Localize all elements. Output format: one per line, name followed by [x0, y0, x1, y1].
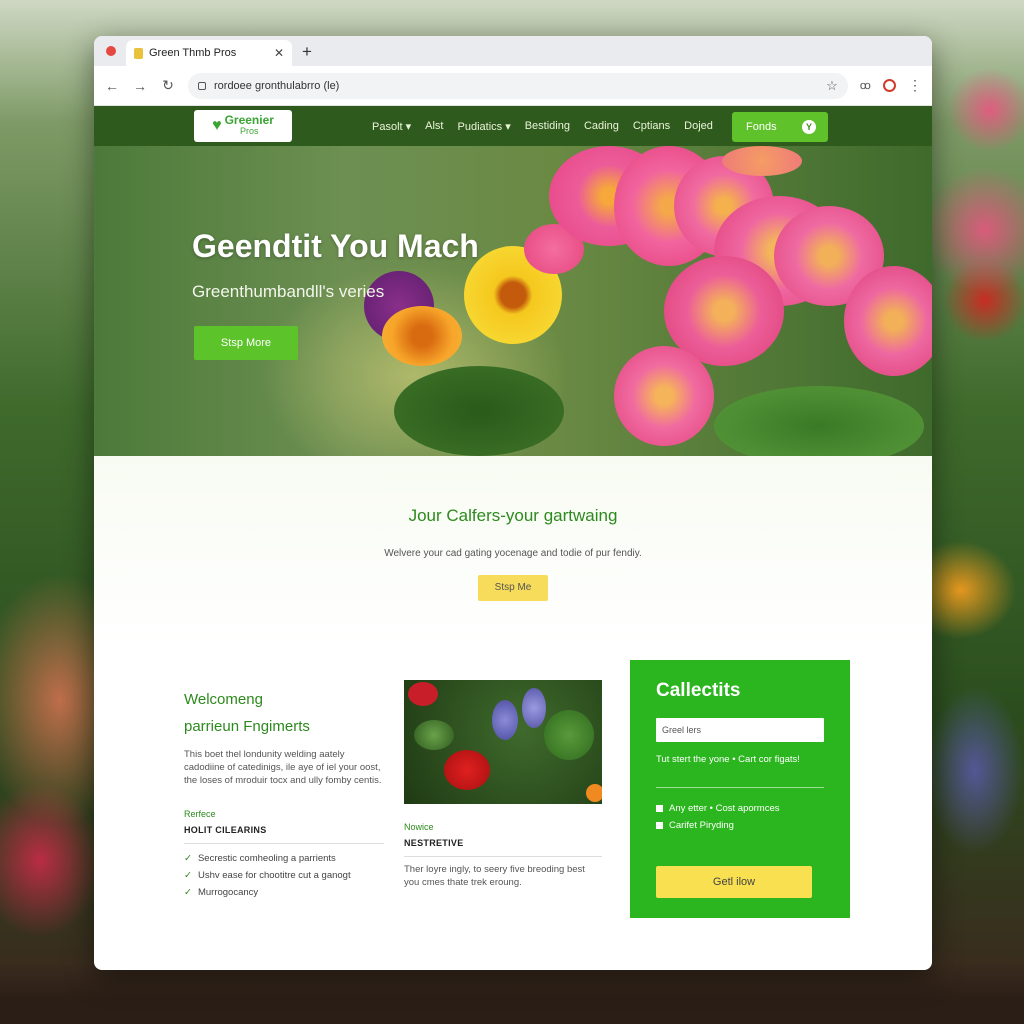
left-section-head: HOLIT CILEARINS — [184, 825, 267, 835]
back-icon[interactable]: ← — [104, 78, 120, 94]
left-heading-line2: parrieun Fngimerts — [184, 718, 310, 735]
browser-window: Green Thmb Pros ✕ + ← → ↻ rordoee gronth… — [94, 36, 932, 970]
welcome-section: Jour Calfers-your gartwaing Welvere your… — [94, 456, 932, 646]
close-icon[interactable]: ✕ — [274, 46, 284, 60]
middle-section-head: NESTRETIVE — [404, 838, 464, 848]
panel-note: Tut stert the yone • Cart cor figats! — [656, 754, 800, 765]
tab-title: Green Thmb Pros — [149, 47, 237, 59]
middle-section-label: Nowice — [404, 822, 434, 832]
site-logo[interactable]: ♥ Greenier Pros — [194, 110, 292, 142]
panel-input[interactable] — [656, 718, 824, 742]
logo-text: Greenier — [224, 113, 274, 127]
tab-strip: Green Thmb Pros ✕ + — [94, 36, 932, 66]
panel-option-label: Any etter • Cost apormces — [669, 803, 780, 814]
divider — [184, 843, 384, 844]
left-section-label: Rerfece — [184, 809, 216, 819]
signup-panel: Callectits Tut stert the yone • Cart cor… — [630, 660, 850, 918]
middle-column: Nowice NESTRETIVE Ther loyre ingly, to s… — [404, 680, 602, 889]
hero-title: Geendtit You Mach — [192, 228, 479, 264]
browser-tab[interactable]: Green Thmb Pros ✕ — [126, 40, 292, 66]
nav-item-cptians[interactable]: Cptians — [633, 120, 670, 133]
panel-option[interactable]: Any etter • Cost apormces — [656, 800, 824, 817]
hero-button[interactable]: Stsp More — [194, 326, 298, 360]
window-close-dot[interactable] — [106, 46, 116, 56]
left-paragraph: This boet thel londunity welding aately … — [184, 749, 382, 786]
nav-item-bestiding[interactable]: Bestiding — [525, 120, 570, 133]
address-bar[interactable]: rordoee gronthulabrro (le) ☆ — [188, 72, 848, 99]
logo-subtext: Pros — [239, 126, 259, 136]
url-text: rordoee gronthulabrro (le) — [214, 79, 340, 92]
welcome-title: Jour Calfers-your gartwaing — [408, 506, 618, 525]
nav-item-alst[interactable]: Alst — [425, 120, 443, 133]
divider — [656, 787, 824, 788]
panel-title: Callectits — [656, 680, 741, 701]
nav-item-cading[interactable]: Cading — [584, 120, 619, 133]
list-item: Ushv ease for chootitre cut a ganogt — [184, 867, 384, 884]
reload-icon[interactable]: ↻ — [160, 77, 176, 94]
checkbox-icon — [656, 805, 663, 812]
panel-button[interactable]: Getl ilow — [656, 866, 812, 898]
header-cta-button[interactable]: Fonds Y — [732, 112, 828, 142]
nav-item-pudiatics[interactable]: Pudiatics ▾ — [458, 120, 511, 133]
profile-icon[interactable] — [883, 79, 896, 92]
new-tab-icon[interactable]: + — [302, 42, 312, 62]
check-list: Secrestic comheoling a parrients Ushv ea… — [184, 850, 384, 901]
welcome-button[interactable]: Stsp Me — [478, 575, 548, 601]
hero-banner: Geendtit You Mach Greenthumbandll's veri… — [94, 146, 932, 456]
nav-item-dojed[interactable]: Dojed — [684, 120, 713, 133]
hero-subtitle: Greenthumbandll's veries — [192, 282, 385, 301]
favicon-icon — [134, 47, 143, 59]
list-item: Murrogocancy — [184, 884, 384, 901]
middle-text: Ther loyre ingly, to seery five breoding… — [404, 864, 585, 888]
star-icon[interactable]: ☆ — [826, 78, 838, 94]
panel-option[interactable]: Carifet Piryding — [656, 817, 824, 834]
left-column: Welcomeng parrieun Fngimerts This boet t… — [184, 686, 384, 901]
panel-option-label: Carifet Piryding — [669, 820, 734, 831]
list-item: Secrestic comheoling a parrients — [184, 850, 384, 867]
nav-item-pasolt[interactable]: Pasolt ▾ — [372, 120, 411, 133]
checkbox-icon — [656, 822, 663, 829]
extension-icon[interactable]: ꝏ — [860, 79, 871, 92]
browser-toolbar: ← → ↻ rordoee gronthulabrro (le) ☆ ꝏ ⋮ — [94, 66, 932, 106]
left-heading-line1: Welcomeng — [184, 691, 263, 708]
lock-icon — [198, 81, 206, 90]
cta-circle-icon: Y — [802, 120, 816, 134]
divider — [404, 856, 602, 857]
menu-icon[interactable]: ⋮ — [908, 77, 922, 94]
site-header: ♥ Greenier Pros Pasolt ▾ Alst Pudiatics … — [94, 106, 932, 146]
heart-leaf-icon: ♥ — [212, 117, 222, 134]
header-cta-label: Fonds — [746, 121, 777, 133]
welcome-text: Welvere your cad gating yocenage and tod… — [384, 548, 642, 559]
left-heading: Welcomeng parrieun Fngimerts — [184, 686, 384, 740]
garden-photo — [404, 680, 602, 804]
forward-icon[interactable]: → — [132, 78, 148, 94]
main-nav: Pasolt ▾ Alst Pudiatics ▾ Bestiding Cadi… — [372, 120, 713, 133]
features-section: Welcomeng parrieun Fngimerts This boet t… — [94, 646, 932, 959]
